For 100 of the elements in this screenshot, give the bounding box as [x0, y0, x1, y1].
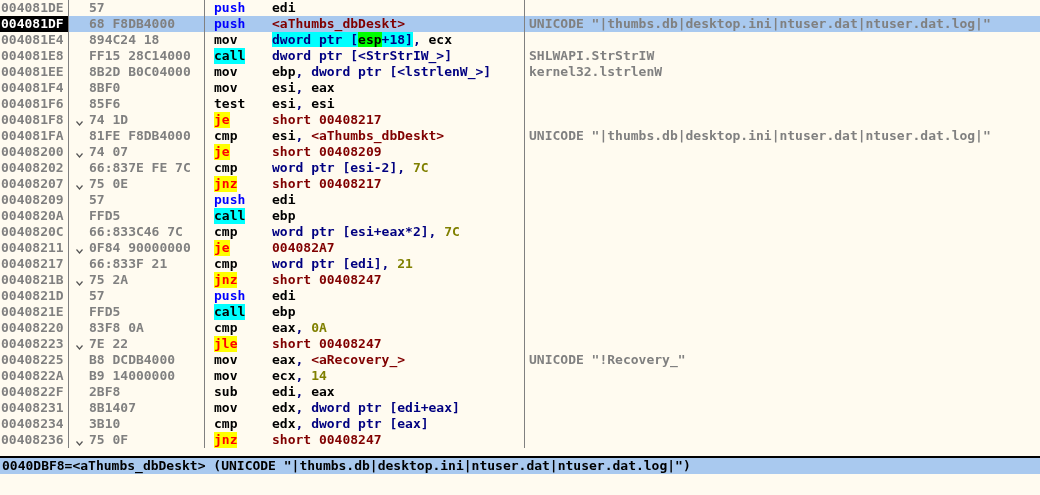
hex-bytes-cell: 66:833C46 7C: [89, 224, 183, 240]
hex-bytes-cell: 83F8 0A: [89, 320, 144, 336]
address-cell: 004081DF: [0, 16, 68, 32]
operand-text: dword ptr [<StrStrIW_>]: [272, 48, 452, 63]
operand-text: short 00408209: [272, 144, 382, 159]
disasm-row[interactable]: 0040820A FFD5 call ebp: [0, 208, 1040, 224]
disasm-row[interactable]: 00408236 75 0F jnz short 00408247: [0, 432, 1040, 448]
disasm-row[interactable]: 0040822F 2BF8 sub edi, eax: [0, 384, 1040, 400]
operand-text: edi: [272, 0, 296, 15]
disasm-row[interactable]: 0040820C 66:833C46 7C cmp word ptr [esi+eax*2], 7C: [0, 224, 1040, 240]
hex-bytes-cell: 57: [89, 288, 105, 304]
operand-text: short 00408247: [272, 432, 382, 447]
operand-text: 004082A7: [272, 240, 335, 255]
mnemonic-text: je: [214, 240, 230, 256]
hex-bytes-cell: FFD5: [89, 208, 121, 224]
disasm-row[interactable]: 0040821B 75 2A jnz short 00408247: [0, 272, 1040, 288]
disasm-row[interactable]: 00408223 7E 22 jle short 00408247: [0, 336, 1040, 352]
operand-text: short 00408247: [272, 272, 382, 287]
mnemonic-text: push: [214, 16, 246, 32]
hex-bytes-cell: 8BF0: [89, 80, 121, 96]
hex-bytes-cell: B9 14000000: [89, 368, 176, 384]
operand-text: eax, 0A: [272, 320, 327, 335]
mnemonic-text: cmp: [214, 128, 238, 144]
hex-bytes-cell: 75 0F: [89, 432, 129, 448]
mnemonic-text: cmp: [214, 320, 238, 336]
mnemonic-text: cmp: [214, 256, 238, 272]
mnemonic-text: cmp: [214, 160, 238, 176]
mnemonic-text: je: [214, 144, 230, 160]
operand-text: edx, dword ptr [eax]: [272, 416, 429, 431]
mnemonic-text: cmp: [214, 224, 238, 240]
operand-text: edi: [272, 288, 296, 303]
operand-text: word ptr [esi+eax*2], 7C: [272, 224, 460, 239]
mnemonic-text: jnz: [214, 272, 238, 288]
operand-text: esi, eax: [272, 80, 335, 95]
mnemonic-text: push: [214, 192, 246, 208]
mnemonic-text: call: [214, 208, 246, 224]
disasm-row[interactable]: 004081F6 85F6 test esi, esi: [0, 96, 1040, 112]
disasm-row[interactable]: 0040822A B9 14000000 mov ecx, 14: [0, 368, 1040, 384]
mnemonic-text: push: [214, 0, 246, 16]
disasm-row[interactable]: 004081DF 68 F8DB4000 push <aThumbs_dbDeskt> UNICODE "|thumbs.db|desktop.ini|ntuser.dat|ntuser.dat.log|": [0, 16, 1040, 32]
hex-bytes-cell: 8B1407: [89, 400, 136, 416]
hex-bytes-cell: B8 DCDB4000: [89, 352, 176, 368]
operand-text: short 00408217: [272, 176, 382, 191]
disasm-row[interactable]: 004081FA 81FE F8DB4000 cmp esi, <aThumbs_dbDeskt> UNICODE "|thumbs.db|desktop.ini|ntuser.dat|ntuser.dat.log|": [0, 128, 1040, 144]
disasm-row[interactable]: 004081EE 8B2D B0C04000 mov ebp, dword ptr [<lstrlenW_>] kernel32.lstrlenW: [0, 64, 1040, 80]
hex-bytes-cell: 75 0E: [89, 176, 129, 192]
disasm-row[interactable]: 00408231 8B1407 mov edx, dword ptr [edi+eax]: [0, 400, 1040, 416]
mnemonic-text: jnz: [214, 432, 238, 448]
operand-text: eax, <aRecovery_>: [272, 352, 406, 367]
disasm-row[interactable]: 00408200 74 07 je short 00408209: [0, 144, 1040, 160]
disasm-row[interactable]: 004081E8 FF15 28C14000 call dword ptr [<StrStrIW_>] SHLWAPI.StrStrIW: [0, 48, 1040, 64]
comment-text: UNICODE "!Recovery_": [529, 352, 686, 367]
operand-text: <aThumbs_dbDeskt>: [272, 16, 406, 31]
hex-bytes-cell: 0F84 90000000: [89, 240, 191, 256]
mnemonic-text: mov: [214, 368, 238, 384]
disasm-row[interactable]: 004081F8 74 1D je short 00408217: [0, 112, 1040, 128]
hex-bytes-cell: 68 F8DB4000: [89, 16, 176, 32]
operand-text: short 00408247: [272, 336, 382, 351]
comment-text: UNICODE "|thumbs.db|desktop.ini|ntuser.dat|ntuser.dat.log|": [529, 16, 991, 31]
mnemonic-text: mov: [214, 32, 238, 48]
hex-bytes-cell: 8B2D B0C04000: [89, 64, 191, 80]
operand-text: ebp: [272, 208, 296, 223]
hex-bytes-cell: 2BF8: [89, 384, 121, 400]
hex-bytes-cell: 66:833F 21: [89, 256, 168, 272]
operand-text: esi, esi: [272, 96, 335, 111]
hex-bytes-cell: 7E 22: [89, 336, 129, 352]
hex-bytes-cell: 57: [89, 192, 105, 208]
hex-bytes-cell: 81FE F8DB4000: [89, 128, 191, 144]
operand-text: word ptr [esi-2], 7C: [272, 160, 429, 175]
disasm-row[interactable]: 00408225 B8 DCDB4000 mov eax, <aRecovery_> UNICODE "!Recovery_": [0, 352, 1040, 368]
mnemonic-text: cmp: [214, 416, 238, 432]
hex-bytes-cell: 75 2A: [89, 272, 129, 288]
mnemonic-text: jnz: [214, 176, 238, 192]
operand-text: word ptr [edi], 21: [272, 256, 413, 271]
mnemonic-text: mov: [214, 352, 238, 368]
hex-bytes-cell: 74 07: [89, 144, 129, 160]
mnemonic-text: call: [214, 304, 246, 320]
disasm-row[interactable]: 00408211 0F84 90000000 je 004082A7: [0, 240, 1040, 256]
disasm-row[interactable]: 0040821E FFD5 call ebp: [0, 304, 1040, 320]
disasm-row[interactable]: 004081F4 8BF0 mov esi, eax: [0, 80, 1040, 96]
disasm-row[interactable]: 00408207 75 0E jnz short 00408217: [0, 176, 1040, 192]
operand-text: esi, <aThumbs_dbDeskt>: [272, 128, 445, 143]
mnemonic-text: mov: [214, 64, 238, 80]
hex-bytes-cell: 85F6: [89, 96, 121, 112]
hex-bytes-cell: FF15 28C14000: [89, 48, 191, 64]
hex-bytes-cell: 74 1D: [89, 112, 129, 128]
status-bar: 0040DBF8=<aThumbs_dbDeskt> (UNICODE "|thumbs.db|desktop.ini|ntuser.dat|ntuser.dat.log|"): [0, 456, 1040, 474]
operand-text: edx, dword ptr [edi+eax]: [272, 400, 460, 415]
comment-text: SHLWAPI.StrStrIW: [529, 48, 655, 63]
mnemonic-text: je: [214, 112, 230, 128]
operand-text: ebp, dword ptr [<lstrlenW_>]: [272, 64, 492, 79]
operand-text: ebp: [272, 304, 296, 319]
operand-text: edi: [272, 192, 296, 207]
mnemonic-text: push: [214, 288, 246, 304]
mnemonic-text: jle: [214, 336, 238, 352]
operand-text: short 00408217: [272, 112, 382, 127]
hex-bytes-cell: 894C24 18: [89, 32, 160, 48]
mnemonic-text: sub: [214, 384, 238, 400]
comment-text: UNICODE "|thumbs.db|desktop.ini|ntuser.dat|ntuser.dat.log|": [529, 128, 991, 143]
mnemonic-text: test: [214, 96, 246, 112]
